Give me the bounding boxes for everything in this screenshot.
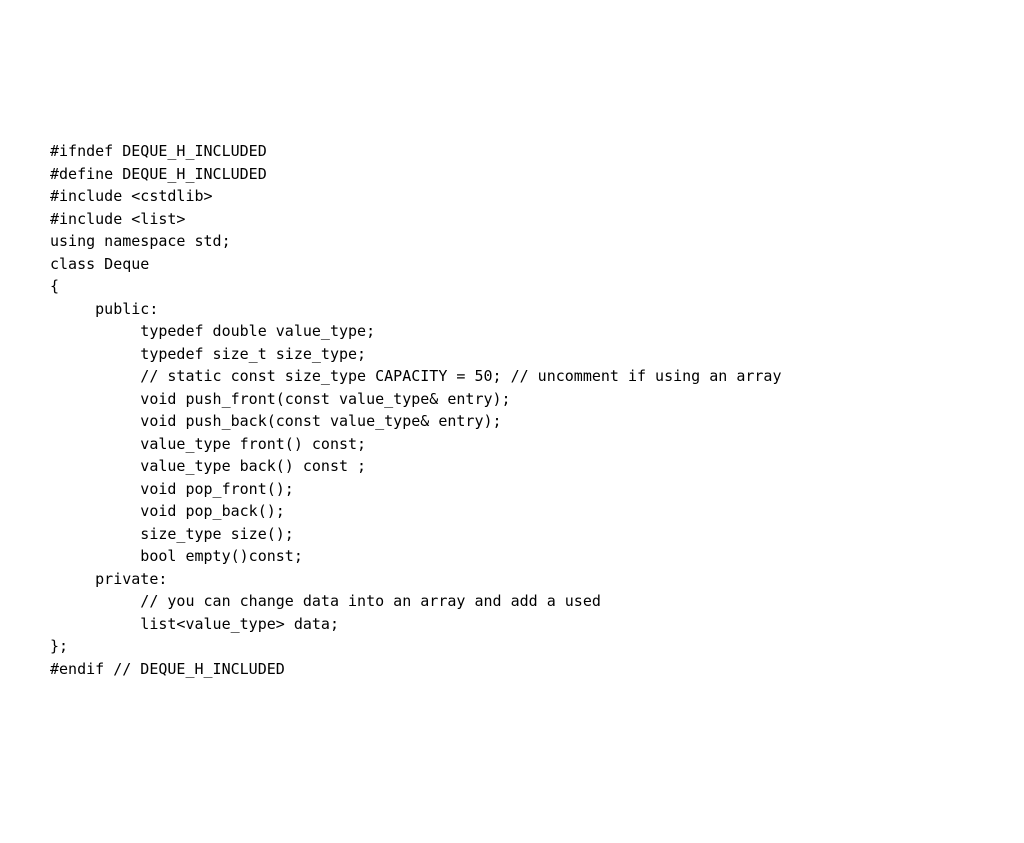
- code-line: {: [50, 275, 974, 298]
- code-line: list<value_type> data;: [50, 613, 974, 636]
- code-line: // static const size_type CAPACITY = 50;…: [50, 365, 974, 388]
- code-line: void pop_front();: [50, 478, 974, 501]
- code-block: #ifndef DEQUE_H_INCLUDED#define DEQUE_H_…: [50, 140, 974, 680]
- code-line: typedef size_t size_type;: [50, 343, 974, 366]
- code-line: using namespace std;: [50, 230, 974, 253]
- code-line: private:: [50, 568, 974, 591]
- code-line: void push_back(const value_type& entry);: [50, 410, 974, 433]
- code-line: typedef double value_type;: [50, 320, 974, 343]
- code-line: // you can change data into an array and…: [50, 590, 974, 613]
- code-line: class Deque: [50, 253, 974, 276]
- code-line: bool empty()const;: [50, 545, 974, 568]
- code-line: #define DEQUE_H_INCLUDED: [50, 163, 974, 186]
- code-line: #include <cstdlib>: [50, 185, 974, 208]
- code-line: #include <list>: [50, 208, 974, 231]
- code-line: #ifndef DEQUE_H_INCLUDED: [50, 140, 974, 163]
- code-line: void pop_back();: [50, 500, 974, 523]
- code-line: value_type back() const ;: [50, 455, 974, 478]
- code-line: };: [50, 635, 974, 658]
- code-line: size_type size();: [50, 523, 974, 546]
- code-line: void push_front(const value_type& entry)…: [50, 388, 974, 411]
- code-line: value_type front() const;: [50, 433, 974, 456]
- code-line: public:: [50, 298, 974, 321]
